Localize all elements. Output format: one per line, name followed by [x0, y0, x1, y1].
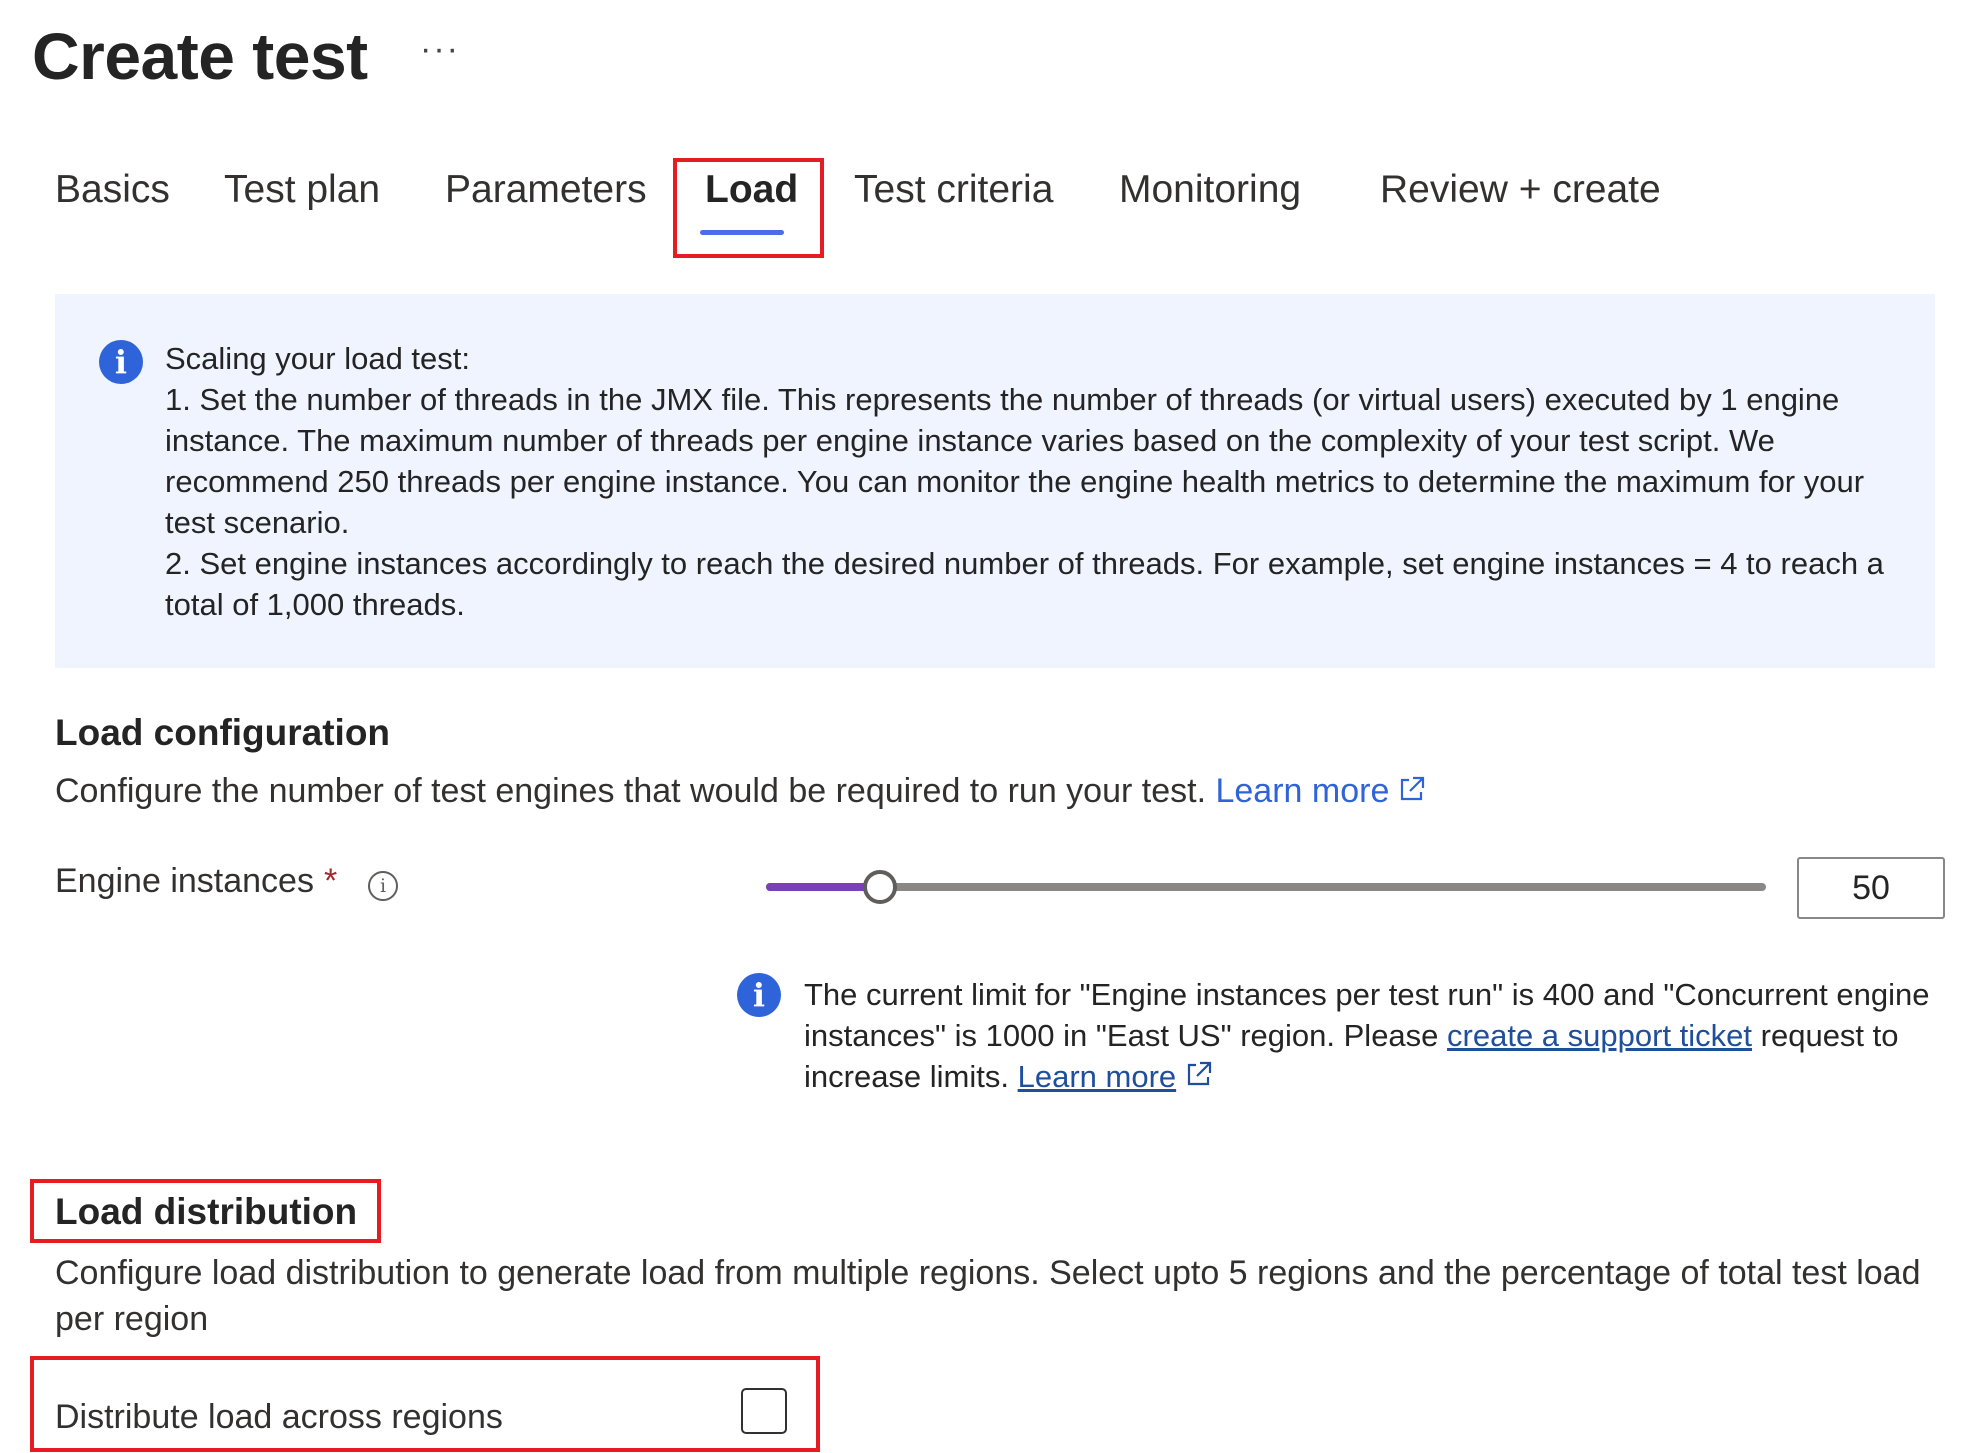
- limit-info-icon: i: [737, 973, 781, 1017]
- limit-learn-more-link[interactable]: Learn more: [1018, 1059, 1177, 1094]
- highlight-box-load-tab: [673, 158, 824, 258]
- limit-info-text: The current limit for "Engine instances …: [804, 977, 1930, 1094]
- engine-instances-input[interactable]: [1797, 857, 1945, 919]
- info-circle-icon[interactable]: i: [368, 871, 398, 901]
- slider-track: [766, 883, 1766, 891]
- tab-basics[interactable]: Basics: [55, 168, 170, 212]
- external-link-icon: [1188, 1061, 1212, 1086]
- required-marker: *: [323, 862, 338, 900]
- tab-test-plan[interactable]: Test plan: [224, 168, 380, 212]
- external-link-icon: [1401, 776, 1425, 801]
- scaling-info-heading: Scaling your load test:: [165, 341, 471, 376]
- slider-thumb[interactable]: [862, 870, 897, 904]
- scaling-info-text: Scaling your load test: 1. Set the numbe…: [165, 338, 1885, 625]
- tab-monitoring[interactable]: Monitoring: [1119, 168, 1301, 212]
- tab-review-create[interactable]: Review + create: [1380, 168, 1661, 212]
- load-configuration-heading: Load configuration: [55, 712, 391, 753]
- tab-parameters[interactable]: Parameters: [445, 168, 647, 212]
- scaling-info-step-2: 2. Set engine instances accordingly to r…: [165, 546, 1884, 622]
- engine-instances-label: Engine instances *: [55, 862, 338, 900]
- scaling-info-step-1: 1. Set the number of threads in the JMX …: [165, 382, 1873, 540]
- distribute-load-label: Distribute load across regions: [55, 1398, 503, 1436]
- create-support-ticket-link[interactable]: create a support ticket: [1447, 1018, 1752, 1053]
- learn-more-link[interactable]: Learn more: [1215, 772, 1389, 810]
- tab-test-criteria[interactable]: Test criteria: [854, 168, 1053, 212]
- info-icon: i: [99, 340, 143, 384]
- page-title: Create test: [32, 19, 368, 93]
- load-distribution-description: Configure load distribution to generate …: [55, 1254, 1921, 1338]
- distribute-load-checkbox[interactable]: [741, 1388, 787, 1434]
- engine-instances-slider[interactable]: [766, 870, 1766, 904]
- load-configuration-description: Configure the number of test engines tha…: [55, 768, 1935, 814]
- load-distribution-heading: Load distribution: [55, 1191, 358, 1232]
- more-options-icon[interactable]: ···: [420, 30, 460, 69]
